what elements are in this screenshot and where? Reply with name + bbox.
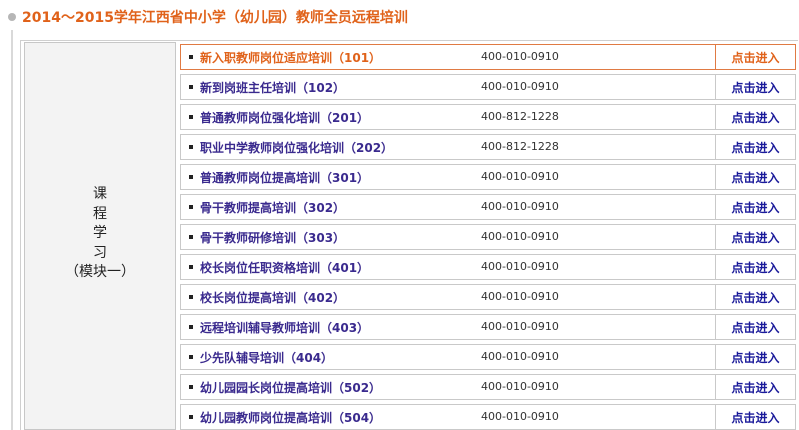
table-row: 校长岗位提高培训（402） 400-010-0910 点击进入 (180, 284, 796, 310)
module-label-line: （模块一） (65, 264, 135, 280)
phone-number: 400-010-0910 (481, 230, 559, 243)
table-row: 普通教师岗位强化培训（201） 400-812-1228 点击进入 (180, 104, 796, 130)
course-name-link[interactable]: 幼儿园教师岗位提高培训（504） (200, 409, 381, 426)
course-name-link[interactable]: 校长岗位任职资格培训（401） (200, 259, 369, 276)
course-name-link[interactable]: 新入职教师岗位适应培训（101） (200, 49, 381, 66)
enter-button[interactable]: 点击进入 (716, 409, 795, 426)
square-bullet-icon (189, 175, 193, 179)
phone-number: 400-010-0910 (481, 200, 559, 213)
module-label-line: 课 (93, 186, 107, 202)
phone-number: 400-010-0910 (481, 80, 559, 93)
square-bullet-icon (189, 85, 193, 89)
course-name-link[interactable]: 职业中学教师岗位强化培训（202） (200, 139, 393, 156)
table-row: 少先队辅导培训（404） 400-010-0910 点击进入 (180, 344, 796, 370)
course-name-link[interactable]: 远程培训辅导教师培训（403） (200, 319, 369, 336)
table-row: 幼儿园园长岗位提高培训（502） 400-010-0910 点击进入 (180, 374, 796, 400)
phone-number: 400-010-0910 (481, 320, 559, 333)
course-name-link[interactable]: 校长岗位提高培训（402） (200, 289, 345, 306)
phone-number: 400-010-0910 (481, 410, 559, 423)
square-bullet-icon (189, 55, 193, 59)
table-row: 新入职教师岗位适应培训（101） 400-010-0910 点击进入 (180, 44, 796, 70)
enter-button[interactable]: 点击进入 (716, 139, 795, 156)
bullet-dot-icon (8, 13, 16, 21)
square-bullet-icon (189, 355, 193, 359)
table-row: 骨干教师研修培训（303） 400-010-0910 点击进入 (180, 224, 796, 250)
square-bullet-icon (189, 205, 193, 209)
phone-number: 400-812-1228 (481, 110, 559, 123)
phone-number: 400-812-1228 (481, 140, 559, 153)
square-bullet-icon (189, 115, 193, 119)
enter-button[interactable]: 点击进入 (716, 349, 795, 366)
module-label-line: 习 (93, 244, 107, 261)
table-row: 骨干教师提高培训（302） 400-010-0910 点击进入 (180, 194, 796, 220)
enter-button[interactable]: 点击进入 (716, 169, 795, 186)
phone-number: 400-010-0910 (481, 290, 559, 303)
enter-button[interactable]: 点击进入 (716, 199, 795, 216)
phone-number: 400-010-0910 (481, 50, 559, 63)
enter-button[interactable]: 点击进入 (716, 259, 795, 276)
square-bullet-icon (189, 265, 193, 269)
module-label: 课 程 学 习 （模块一） (25, 185, 175, 283)
enter-button[interactable]: 点击进入 (716, 229, 795, 246)
enter-button[interactable]: 点击进入 (716, 289, 795, 306)
table-row: 普通教师岗位提高培训（301） 400-010-0910 点击进入 (180, 164, 796, 190)
course-name-link[interactable]: 骨干教师研修培训（303） (200, 229, 345, 246)
enter-button[interactable]: 点击进入 (716, 319, 795, 336)
phone-number: 400-010-0910 (481, 260, 559, 273)
square-bullet-icon (189, 295, 193, 299)
square-bullet-icon (189, 415, 193, 419)
phone-number: 400-010-0910 (481, 170, 559, 183)
left-divider (11, 30, 13, 430)
course-name-link[interactable]: 新到岗班主任培训（102） (200, 79, 345, 96)
enter-button[interactable]: 点击进入 (716, 379, 795, 396)
table-row: 职业中学教师岗位强化培训（202） 400-812-1228 点击进入 (180, 134, 796, 160)
phone-number: 400-010-0910 (481, 350, 559, 363)
course-name-link[interactable]: 普通教师岗位提高培训（301） (200, 169, 369, 186)
table-row: 幼儿园教师岗位提高培训（504） 400-010-0910 点击进入 (180, 404, 796, 430)
course-name-link[interactable]: 骨干教师提高培训（302） (200, 199, 345, 216)
course-name-link[interactable]: 普通教师岗位强化培训（201） (200, 109, 369, 126)
square-bullet-icon (189, 145, 193, 149)
enter-button[interactable]: 点击进入 (716, 79, 795, 96)
table-row: 远程培训辅导教师培训（403） 400-010-0910 点击进入 (180, 314, 796, 340)
table-row: 校长岗位任职资格培训（401） 400-010-0910 点击进入 (180, 254, 796, 280)
module-label-line: 学 (93, 225, 107, 241)
table-row: 新到岗班主任培训（102） 400-010-0910 点击进入 (180, 74, 796, 100)
square-bullet-icon (189, 385, 193, 389)
course-name-link[interactable]: 少先队辅导培训（404） (200, 349, 333, 366)
square-bullet-icon (189, 235, 193, 239)
module-label-line: 程 (93, 205, 107, 222)
enter-button[interactable]: 点击进入 (716, 49, 795, 66)
page-title: 2014～2015学年江西省中小学（幼儿园）教师全员远程培训 (22, 10, 408, 26)
module-label-cell: 课 程 学 习 （模块一） (24, 42, 176, 430)
course-name-link[interactable]: 幼儿园园长岗位提高培训（502） (200, 379, 381, 396)
square-bullet-icon (189, 325, 193, 329)
enter-button[interactable]: 点击进入 (716, 109, 795, 126)
header: 2014～2015学年江西省中小学（幼儿园）教师全员远程培训 (0, 0, 799, 34)
phone-number: 400-010-0910 (481, 380, 559, 393)
